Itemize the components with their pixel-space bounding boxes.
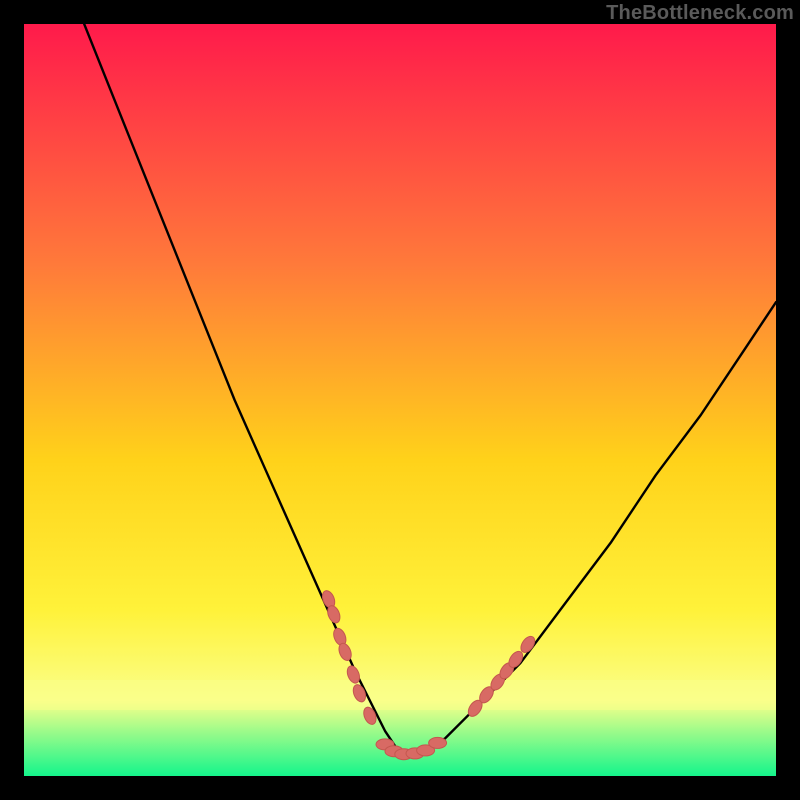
curve-marker	[429, 737, 447, 748]
gradient-background	[24, 24, 776, 776]
highlight-band	[24, 680, 776, 710]
bottleneck-chart	[24, 24, 776, 776]
chart-frame	[24, 24, 776, 776]
watermark-text: TheBottleneck.com	[606, 2, 794, 25]
